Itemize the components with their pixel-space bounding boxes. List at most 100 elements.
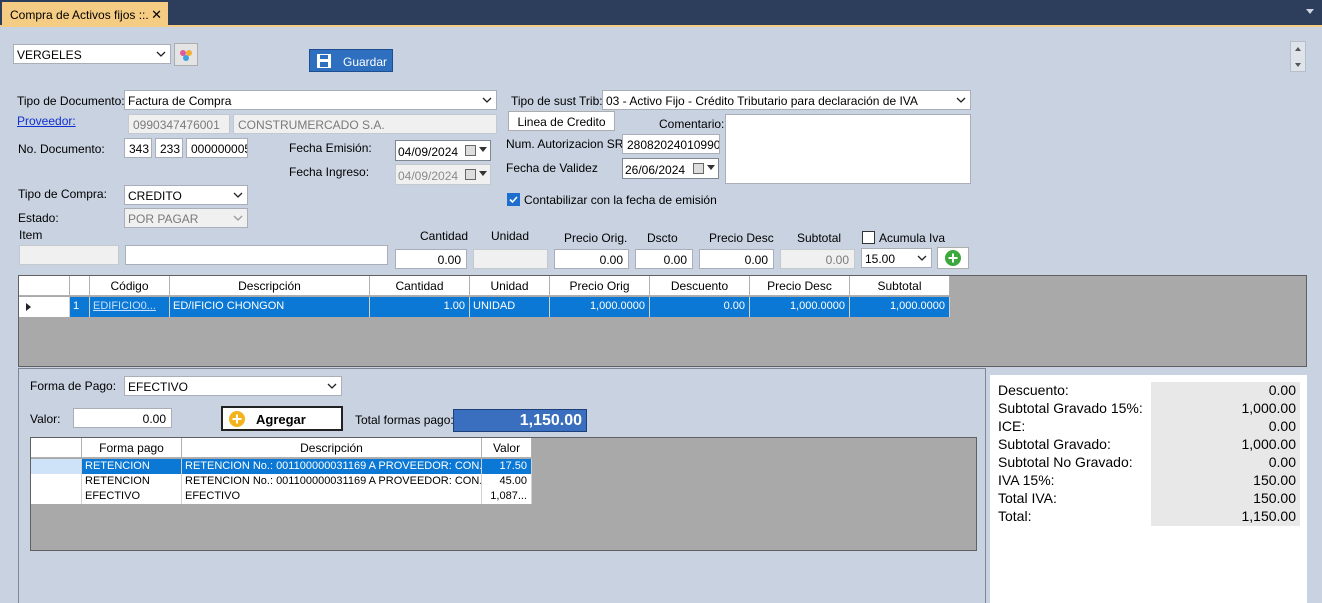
estado-select: POR PAGAR <box>124 208 248 228</box>
acumula-iva-checkbox[interactable] <box>862 231 875 244</box>
fecha-validez-picker[interactable]: 26/06/2024 <box>622 158 719 179</box>
valor-label: Valor: <box>30 412 61 426</box>
row-selector[interactable] <box>31 459 82 474</box>
col-precio-orig[interactable]: Precio Orig <box>550 276 650 296</box>
chevron-down-icon <box>327 383 337 389</box>
floppy-disk-icon <box>317 54 331 68</box>
save-button[interactable]: Guardar <box>309 49 393 72</box>
col-codigo[interactable]: Código <box>90 276 170 296</box>
tipo-compra-select[interactable]: CREDITO <box>124 185 248 205</box>
valor-field[interactable]: 0.00 <box>73 408 172 428</box>
col-descuento[interactable]: Descuento <box>650 276 750 296</box>
doc-serie2-field[interactable]: 233 <box>155 138 183 158</box>
contabilizar-checkbox[interactable] <box>507 193 520 206</box>
tab-compra-activos[interactable]: Compra de Activos fijos ::. ✕ <box>2 2 168 27</box>
total-subtotal-gravado-15-row: Subtotal Gravado 15%: 1,000.00 <box>996 400 1300 418</box>
row-codigo-link[interactable]: EDIFICIO0... <box>90 297 170 317</box>
linea-credito-button[interactable]: Linea de Credito <box>508 111 615 131</box>
col-descripcion[interactable]: Descripción <box>170 276 370 296</box>
row-selector[interactable] <box>19 297 70 317</box>
row-precio-orig: 1,000.0000 <box>550 297 650 317</box>
fecha-emision-picker[interactable]: 04/09/2024 <box>395 140 491 161</box>
iva-rate-select[interactable]: 15.00 <box>861 248 932 268</box>
table-row[interactable]: EFECTIVO EFECTIVO 1,087... <box>31 489 532 504</box>
autorizacion-field[interactable]: 2808202401099034 <box>622 134 720 154</box>
tipo-compra-label: Tipo de Compra: <box>18 187 107 201</box>
item-code-field <box>19 245 119 265</box>
comentario-label: Comentario: <box>659 117 725 131</box>
payment-grid[interactable]: Forma pago Descripción Valor RETENCION R… <box>30 437 977 551</box>
total-label: Subtotal Gravado 15%: <box>998 400 1143 416</box>
dscto-field[interactable]: 0.00 <box>635 249 693 269</box>
scroll-up-icon[interactable] <box>1295 47 1301 51</box>
table-row[interactable]: 1 EDIFICIO0... ED/IFICIO CHONGON 1.00 UN… <box>19 297 950 318</box>
add-item-button[interactable] <box>937 247 969 269</box>
col-valor[interactable]: Valor <box>482 438 532 458</box>
total-total-row: Total: 1,150.00 <box>996 508 1300 526</box>
proveedor-nombre-field: CONSTRUMERCADO S.A. <box>233 114 497 134</box>
col-precio-desc[interactable]: Precio Desc <box>750 276 850 296</box>
tipo-documento-select[interactable]: Factura de Compra <box>124 90 497 110</box>
fecha-emision-value: 04/09/2024 <box>398 145 459 159</box>
table-row[interactable]: RETENCION RETENCION No.: 001100000031169… <box>31 459 532 474</box>
total-value: 1,000.00 <box>1151 400 1300 418</box>
comentario-textarea[interactable] <box>725 114 971 184</box>
col-cantidad[interactable]: Cantidad <box>370 276 470 296</box>
palette-icon <box>180 50 192 61</box>
total-iva-15-row: IVA 15%: 150.00 <box>996 472 1300 490</box>
chevron-down-icon <box>956 97 966 103</box>
forma-pago-select[interactable]: EFECTIVO <box>124 376 342 396</box>
scrollbar[interactable] <box>1290 41 1306 72</box>
row-selector[interactable] <box>31 489 82 504</box>
chevron-down-icon[interactable] <box>707 165 715 170</box>
scroll-down-icon[interactable] <box>1295 63 1301 67</box>
branch-value: VERGELES <box>17 48 82 62</box>
row-forma: EFECTIVO <box>82 489 182 504</box>
unidad-label: Unidad <box>491 229 530 243</box>
branch-select[interactable]: VERGELES <box>13 44 171 64</box>
tipo-documento-value: Factura de Compra <box>128 94 232 108</box>
agregar-label: Agregar <box>256 412 306 427</box>
proveedor-link[interactable]: Proveedor: <box>17 114 76 128</box>
agregar-button[interactable]: Agregar <box>221 406 343 431</box>
doc-numero-field[interactable]: 000000005 <box>186 138 248 158</box>
doc-serie1-field[interactable]: 343 <box>124 138 152 158</box>
table-row[interactable]: RETENCION RETENCION No.: 001100000031169… <box>31 474 532 489</box>
acumula-iva-label: Acumula Iva <box>879 231 946 245</box>
tipo-sust-select[interactable]: 03 - Activo Fijo - Crédito Tributario pa… <box>602 90 971 110</box>
items-grid[interactable]: Código Descripción Cantidad Unidad Preci… <box>18 275 1307 367</box>
col-forma-pago[interactable]: Forma pago <box>82 438 182 458</box>
grid-corner <box>31 438 82 458</box>
calendar-icon[interactable] <box>465 145 476 156</box>
calendar-icon[interactable] <box>693 163 704 174</box>
subtotal-label: Subtotal <box>797 231 842 245</box>
col-unidad[interactable]: Unidad <box>470 276 550 296</box>
proveedor-ruc-field: 0990347476001 <box>128 114 230 134</box>
total-formas-label: Total formas pago: <box>355 413 454 427</box>
row-forma: RETENCION <box>82 459 182 474</box>
precio-desc-field[interactable]: 0.00 <box>699 249 774 269</box>
tab-menu-chevron-icon[interactable] <box>1306 9 1314 14</box>
total-label: Subtotal No Gravado: <box>998 454 1133 470</box>
total-label: Descuento: <box>998 382 1069 398</box>
row-pointer-icon <box>26 303 31 311</box>
fecha-ingreso-value: 04/09/2024 <box>398 169 459 183</box>
row-selector[interactable] <box>31 474 82 489</box>
tipo-sust-label: Tipo de sust Trib: <box>511 94 603 108</box>
chevron-down-icon[interactable] <box>479 147 487 152</box>
col-descripcion[interactable]: Descripción <box>182 438 482 458</box>
row-unidad: UNIDAD <box>470 297 550 317</box>
palette-button[interactable] <box>174 43 198 66</box>
fecha-validez-label: Fecha de Validez <box>506 161 598 175</box>
precio-orig-field[interactable]: 0.00 <box>554 249 629 269</box>
precio-desc-label: Precio Desc <box>709 231 774 245</box>
subtotal-field: 0.00 <box>780 249 855 269</box>
cantidad-field[interactable]: 0.00 <box>395 249 467 269</box>
row-descripcion: RETENCION No.: 001100000031169 A PROVEED… <box>182 459 482 474</box>
row-descripcion: ED/IFICIO CHONGON <box>170 297 370 317</box>
col-subtotal[interactable]: Subtotal <box>850 276 950 296</box>
close-icon[interactable]: ✕ <box>151 7 162 23</box>
total-label: ICE: <box>998 418 1026 434</box>
item-description-field[interactable] <box>125 245 388 265</box>
grid-corner <box>19 276 70 296</box>
